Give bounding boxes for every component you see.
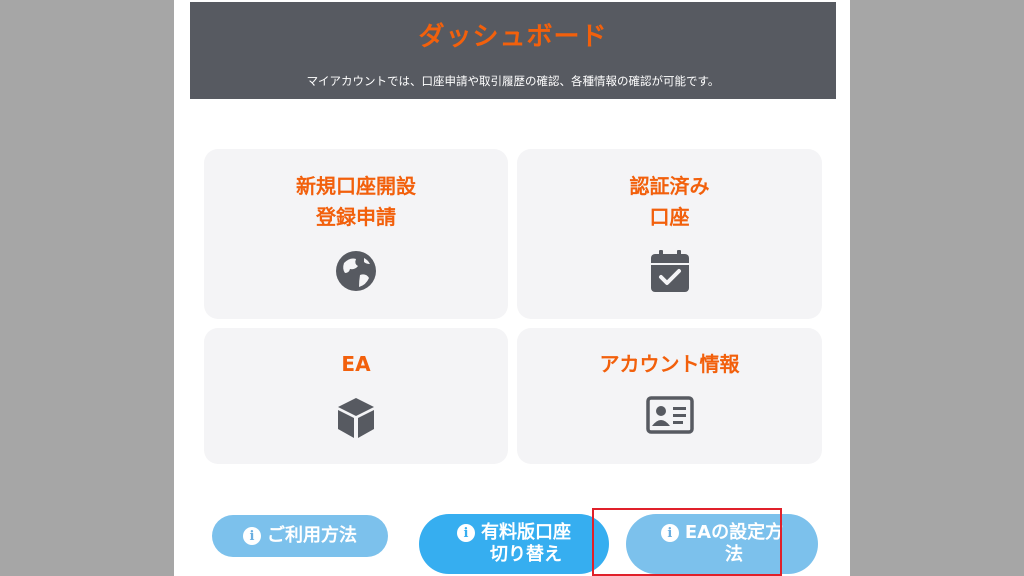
- button-label: 有料版口座 切り替え: [481, 522, 571, 565]
- ea-setup-guide-button[interactable]: i EAの設定方 法: [626, 514, 818, 574]
- ea-card[interactable]: EA: [204, 328, 508, 464]
- dashboard-page: ダッシュボード マイアカウントでは、口座申請や取引履歴の確認、各種情報の確認が可…: [174, 0, 850, 576]
- page-subtitle: マイアカウントでは、口座申請や取引履歴の確認、各種情報の確認が可能です。: [306, 74, 720, 88]
- info-icon: i: [660, 524, 679, 542]
- switch-to-paid-account-button[interactable]: i 有料版口座 切り替え: [419, 514, 609, 574]
- card-title: 認証済み 口座: [629, 174, 710, 229]
- button-label: EAの設定方 法: [684, 522, 784, 565]
- info-icon: i: [457, 524, 475, 542]
- info-icon: i: [243, 527, 261, 545]
- new-account-application-card[interactable]: 新規口座開設 登録申請: [204, 149, 508, 319]
- usage-guide-button[interactable]: i ご利用方法: [212, 515, 388, 557]
- page-title: ダッシュボード: [418, 22, 608, 52]
- card-title: EA: [341, 352, 371, 376]
- dashboard-header: ダッシュボード マイアカウントでは、口座申請や取引履歴の確認、各種情報の確認が可…: [190, 2, 836, 99]
- button-label: ご利用方法: [267, 525, 357, 546]
- globe-icon: [334, 249, 378, 297]
- verified-accounts-card[interactable]: 認証済み 口座: [517, 149, 822, 319]
- cube-icon: [336, 396, 376, 444]
- calendar-check-icon: [650, 249, 690, 297]
- card-title: アカウント情報: [599, 352, 740, 376]
- id-card-icon: [645, 396, 694, 438]
- card-title: 新規口座開設 登録申請: [296, 174, 416, 229]
- account-info-card[interactable]: アカウント情報: [517, 328, 822, 464]
